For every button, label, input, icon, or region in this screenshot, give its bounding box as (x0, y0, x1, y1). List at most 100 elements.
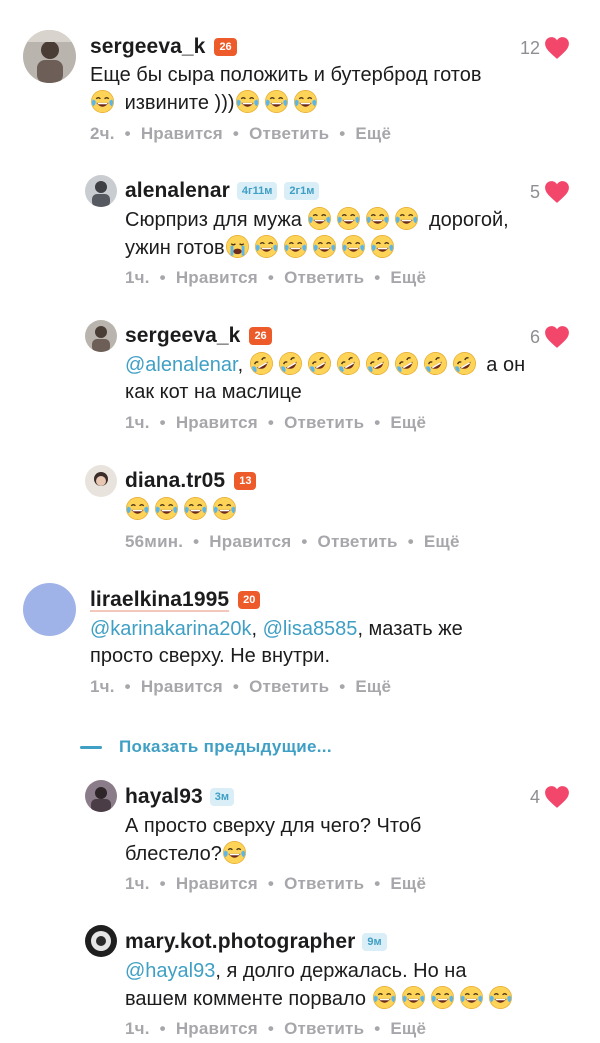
more-button[interactable]: Ещё (390, 268, 426, 287)
avatar[interactable] (85, 780, 117, 812)
comment-text-line: дорогой, (428, 209, 509, 231)
username[interactable]: mary.kot.photographer (125, 930, 355, 954)
like-button[interactable]: Нравится (176, 874, 258, 893)
like-button[interactable]: Нравится (176, 268, 258, 287)
comment-actions: 56мин. • Нравится • Ответить • Ещё (125, 532, 460, 552)
comment: liraelkina1995 20 @karinakarina20k, @lis… (0, 570, 600, 710)
like-count-value: 12 (519, 37, 540, 58)
separator-dot: • (374, 1019, 381, 1038)
comment-text (125, 496, 241, 524)
avatar[interactable] (23, 583, 76, 636)
tears-of-joy-emoji (336, 206, 361, 231)
more-button[interactable]: Ещё (355, 124, 391, 143)
avatar[interactable] (23, 30, 76, 83)
like-button[interactable]: Нравится (176, 413, 258, 432)
comment-header: sergeeva_k 26 (125, 322, 272, 350)
avatar[interactable] (85, 925, 117, 957)
mention-link[interactable]: @hayal93 (125, 960, 215, 982)
comment-text: А просто сверху для чего? Чтоб блестело? (125, 813, 421, 868)
show-previous-line (80, 745, 102, 749)
comment-text: @alenalenar, а он как кот на маслице (125, 351, 525, 406)
separator-dot: • (159, 1019, 166, 1038)
heart-icon[interactable] (544, 325, 570, 349)
username[interactable]: sergeeva_k (125, 324, 240, 348)
reply-button[interactable]: Ответить (284, 268, 364, 287)
reply-comment: mary.kot.photographer 9м @hayal93, я дол… (0, 913, 600, 1043)
tears-of-joy-emoji (125, 496, 150, 521)
tears-of-joy-emoji (370, 234, 395, 259)
avatar[interactable] (85, 175, 117, 207)
avatar[interactable] (85, 320, 117, 352)
mention-link[interactable]: @lisa8585 (263, 618, 358, 640)
more-button[interactable]: Ещё (355, 677, 391, 696)
show-previous-button[interactable]: Показать предыдущие... (80, 737, 332, 757)
reply-comment: diana.tr05 13 56мин. • Нравится • Ответить • Е… (0, 450, 600, 565)
more-button[interactable]: Ещё (390, 413, 426, 432)
like-button[interactable]: Нравится (141, 677, 223, 696)
tears-of-joy-emoji (212, 496, 237, 521)
comment-text-line: Еще бы сыра положить и бутерброд готов (90, 64, 482, 86)
comment-actions: 1ч. • Нравится • Ответить • Ещё (125, 413, 426, 433)
like-count[interactable]: 5 (530, 180, 570, 204)
timestamp: 1ч. (125, 1019, 150, 1038)
comment-text-line: Сюрприз для мужа (125, 209, 302, 231)
like-button[interactable]: Нравится (141, 124, 223, 143)
reply-button[interactable]: Ответить (284, 1019, 364, 1038)
member-tag: 2г1м (284, 182, 320, 200)
more-button[interactable]: Ещё (424, 532, 460, 551)
reply-button[interactable]: Ответить (284, 874, 364, 893)
tears-of-joy-emoji (283, 234, 308, 259)
rofl-emoji (278, 351, 303, 376)
comment-header: diana.tr05 13 (125, 467, 257, 495)
separator-dot: • (267, 1019, 275, 1038)
more-button[interactable]: Ещё (390, 1019, 426, 1038)
comment-text: @karinakarina20k, @lisa8585, мазать же п… (90, 616, 463, 670)
heart-icon[interactable] (544, 36, 570, 60)
rofl-emoji (307, 351, 332, 376)
heart-icon[interactable] (544, 180, 570, 204)
comment-text-part: , я долго держалась. Но на (215, 960, 467, 982)
more-button[interactable]: Ещё (390, 874, 426, 893)
comment-text-part: а он (486, 354, 526, 376)
username[interactable]: hayal93 (125, 785, 203, 809)
username[interactable]: liraelkina1995 (90, 588, 229, 612)
tears-of-joy-emoji (264, 89, 289, 114)
rofl-emoji (249, 351, 274, 376)
username[interactable]: sergeeva_k (90, 35, 205, 59)
comment-text-line: ужин готов (125, 237, 225, 259)
username[interactable]: alenalenar (125, 179, 230, 203)
reply-comment: sergeeva_k 26 6 @alenalenar, а он как ко… (0, 305, 600, 445)
like-button[interactable]: Нравится (209, 532, 291, 551)
mention-link[interactable]: @alenalenar (125, 354, 238, 376)
tears-of-joy-emoji (372, 985, 397, 1010)
separator-dot: • (159, 268, 166, 287)
like-count[interactable]: 12 (520, 36, 570, 60)
tears-of-joy-emoji (341, 234, 366, 259)
comment-actions: 1ч. • Нравится • Ответить • Ещё (125, 268, 426, 288)
rofl-emoji (394, 351, 419, 376)
like-count[interactable]: 6 (530, 325, 570, 349)
reply-button[interactable]: Ответить (318, 532, 398, 551)
comment-header: hayal93 3м (125, 783, 235, 811)
separator-dot: • (124, 677, 131, 696)
mention-link[interactable]: @karinakarina20k (90, 618, 252, 640)
reply-button[interactable]: Ответить (249, 677, 329, 696)
heart-icon[interactable] (544, 785, 570, 809)
separator-dot: • (267, 874, 275, 893)
reply-button[interactable]: Ответить (284, 413, 364, 432)
separator-dot: • (374, 413, 381, 432)
comment-text-line: просто сверху. Не внутри. (90, 645, 331, 667)
tears-of-joy-emoji (293, 89, 318, 114)
like-count[interactable]: 4 (530, 785, 570, 809)
rofl-emoji (452, 351, 477, 376)
like-button[interactable]: Нравится (176, 1019, 258, 1038)
separator-dot: • (339, 124, 346, 143)
avatar[interactable] (85, 465, 117, 497)
comment-text: Еще бы сыра положить и бутерброд готов и… (90, 62, 481, 117)
separator-dot: • (193, 532, 200, 551)
timestamp: 1ч. (90, 677, 115, 696)
comment-actions: 2ч. • Нравится • Ответить • Ещё (90, 124, 391, 144)
reply-button[interactable]: Ответить (249, 124, 329, 143)
comment-actions: 1ч. • Нравится • Ответить • Ещё (90, 677, 391, 697)
username[interactable]: diana.tr05 (125, 469, 225, 493)
